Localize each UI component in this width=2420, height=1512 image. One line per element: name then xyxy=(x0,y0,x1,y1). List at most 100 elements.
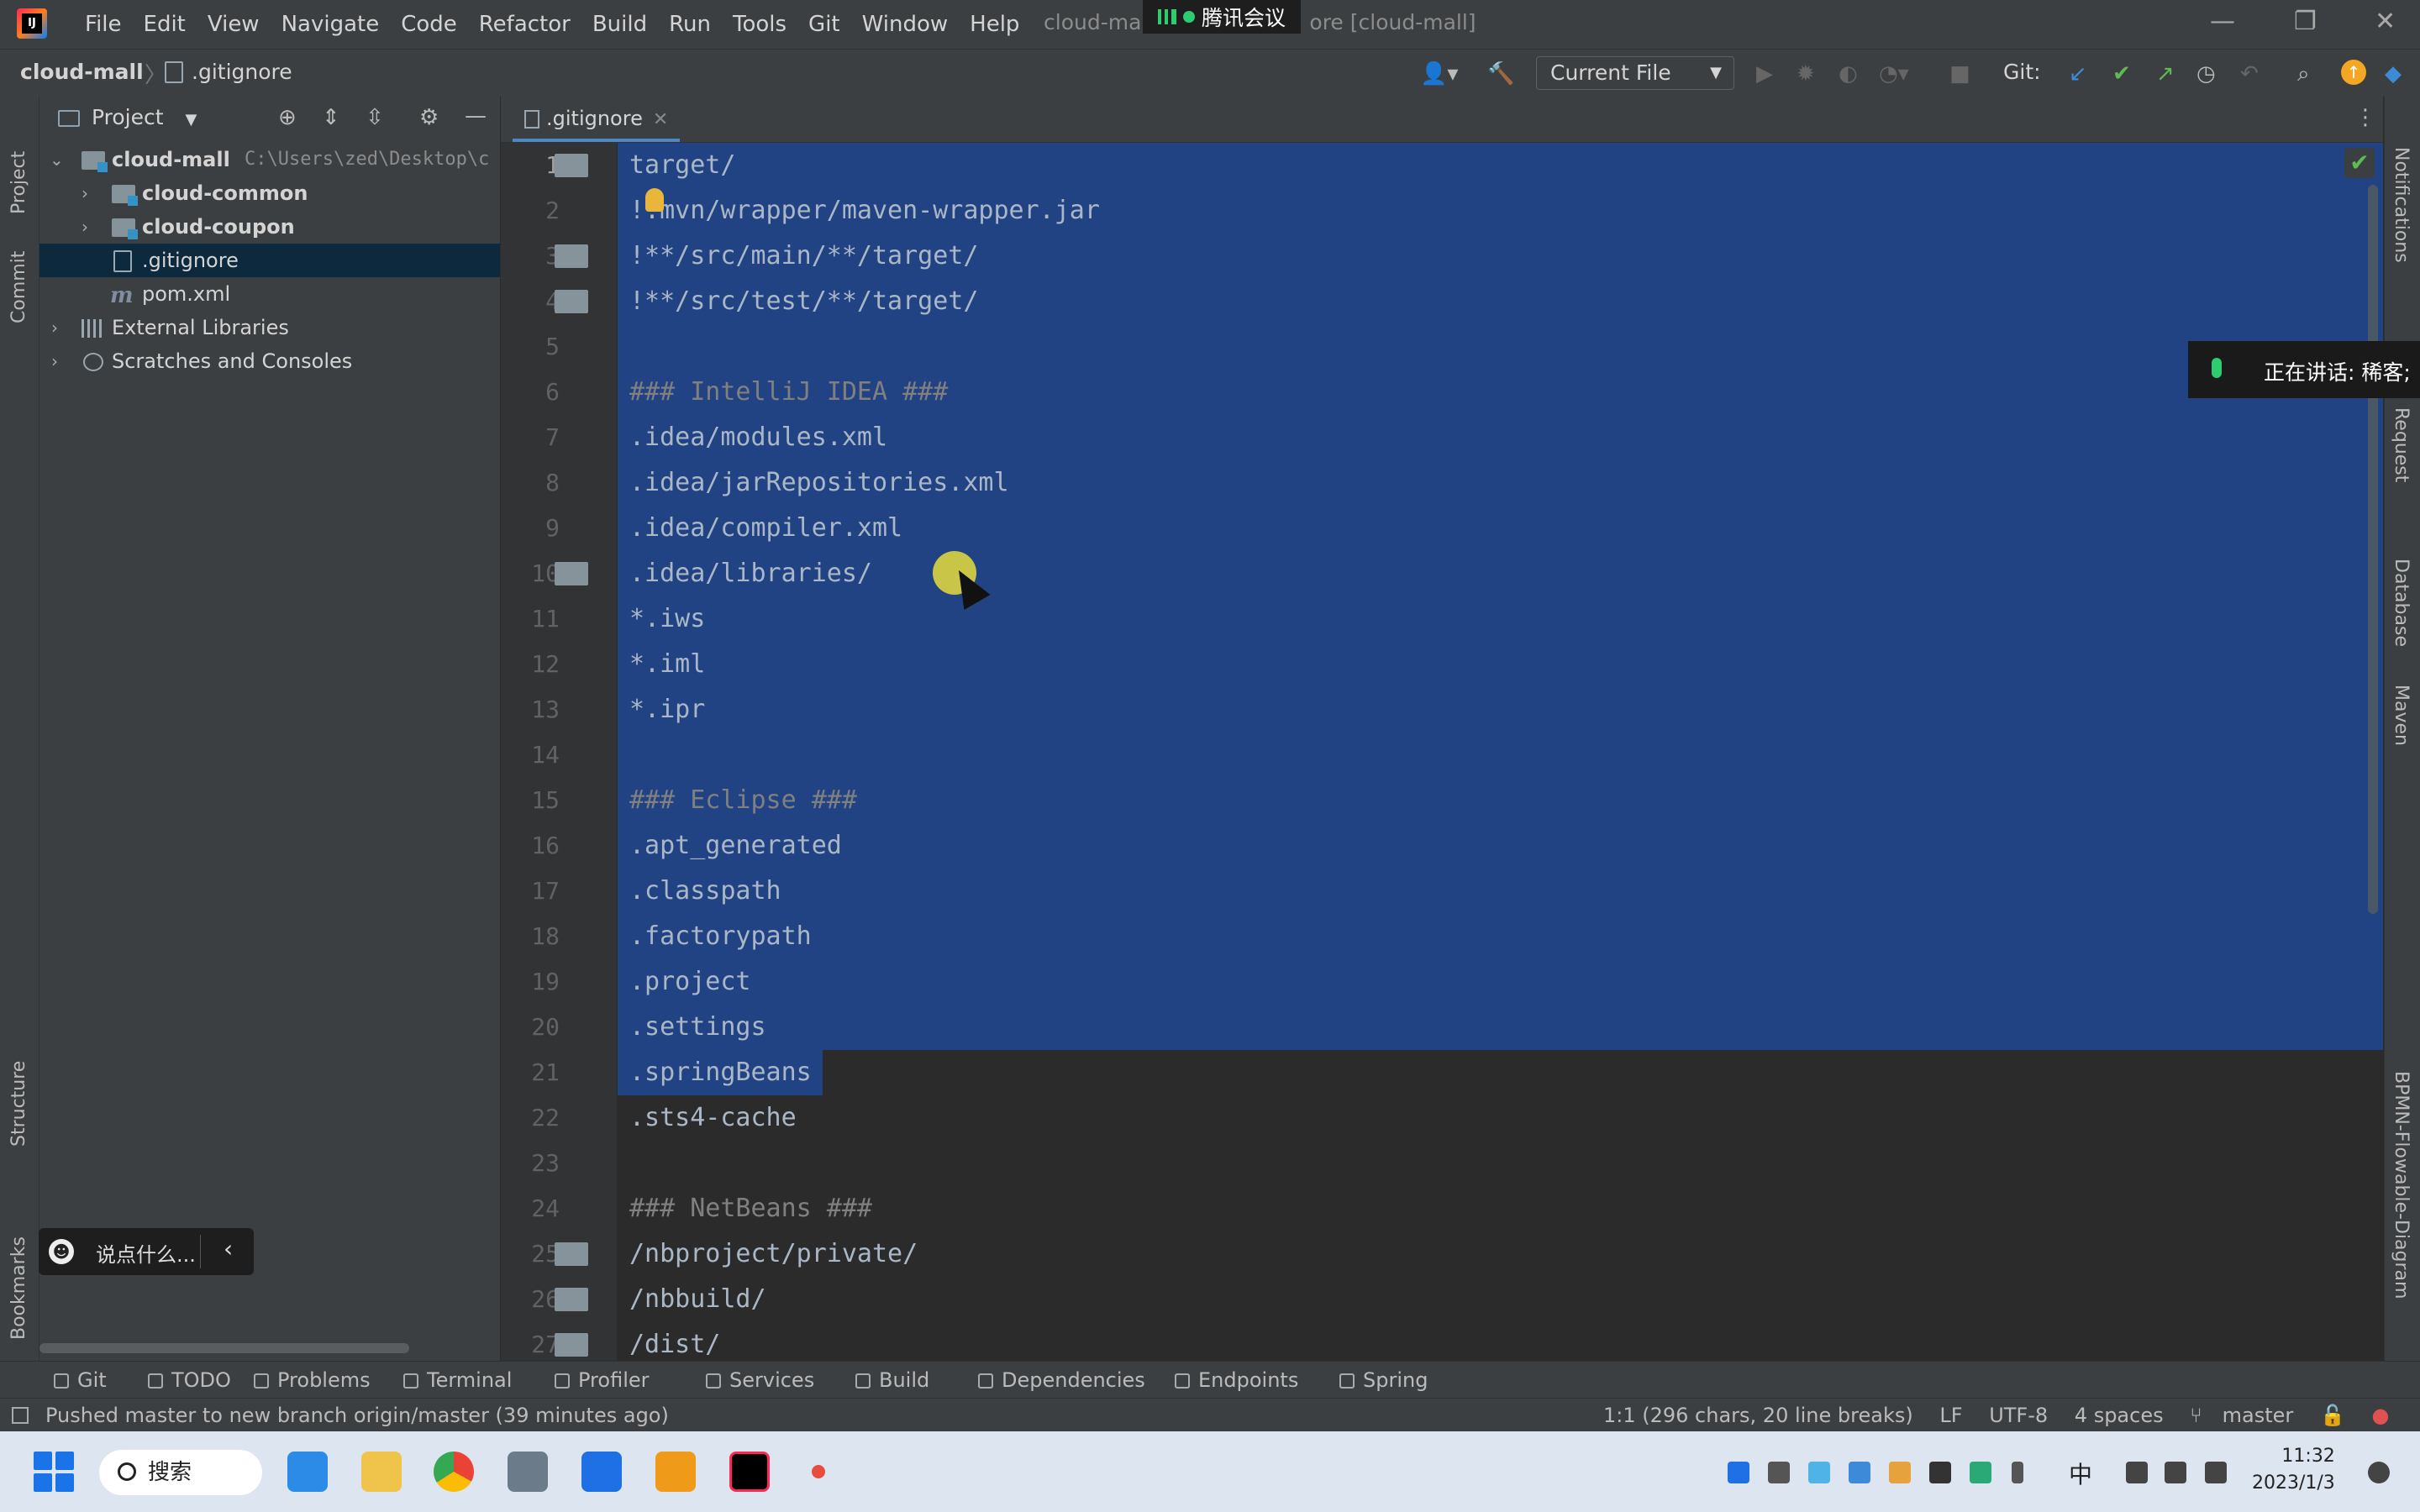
code-line[interactable]: .classpath xyxy=(629,869,781,914)
ime-indicator[interactable]: 中 xyxy=(2069,1457,2092,1490)
line-number[interactable]: 15 xyxy=(501,778,560,823)
debug-icon[interactable]: ✹ xyxy=(1797,61,1815,87)
tree-item-scratches[interactable]: › Scratches and Consoles xyxy=(39,344,500,378)
horizontal-scrollbar[interactable] xyxy=(39,1343,409,1353)
menu-code[interactable]: Code xyxy=(390,12,468,37)
close-tab-icon[interactable]: ✕ xyxy=(653,109,668,130)
network-icon[interactable] xyxy=(2126,1462,2148,1483)
code-line[interactable]: .idea/jarRepositories.xml xyxy=(629,460,1009,506)
tool-bookmarks[interactable]: Bookmarks xyxy=(8,1236,29,1340)
line-number[interactable]: 14 xyxy=(501,732,560,778)
code-line[interactable]: .sts4-cache xyxy=(629,1095,797,1141)
chat-bubble[interactable]: ☻ 说点什么... ‹ xyxy=(39,1228,254,1275)
line-number[interactable]: 6 xyxy=(501,370,560,415)
meeting-indicator[interactable]: 腾讯会议 xyxy=(1143,0,1302,34)
menu-refactor[interactable]: Refactor xyxy=(468,12,581,37)
project-view-select[interactable]: Project ▼ xyxy=(92,105,197,129)
menu-help[interactable]: Help xyxy=(959,12,1030,37)
tab-dependencies[interactable]: Dependencies xyxy=(978,1368,1145,1392)
line-number[interactable]: 18 xyxy=(501,914,560,959)
code-line[interactable]: ### NetBeans ### xyxy=(629,1186,872,1231)
code-line[interactable]: /nbbuild/ xyxy=(629,1277,766,1322)
tree-item-cloud-common[interactable]: › cloud-common xyxy=(39,176,500,210)
code-line[interactable]: .apt_generated xyxy=(629,823,842,869)
breadcrumb-file[interactable]: .gitignore xyxy=(192,60,292,84)
tab-profiler[interactable]: Profiler xyxy=(555,1368,650,1392)
line-number[interactable]: 13 xyxy=(501,687,560,732)
notification-center-icon[interactable] xyxy=(2368,1462,2390,1483)
git-update-icon[interactable]: ↙ xyxy=(2069,61,2087,87)
sublime-app-icon[interactable] xyxy=(655,1452,696,1492)
vscode-app-icon[interactable] xyxy=(287,1452,328,1492)
tab-build[interactable]: Build xyxy=(855,1368,929,1392)
line-number[interactable]: 19 xyxy=(501,959,560,1005)
chevron-right-icon[interactable]: › xyxy=(51,344,58,378)
tool-notifications[interactable]: Notifications xyxy=(2391,147,2412,263)
chevron-down-icon[interactable]: ⌄ xyxy=(50,143,64,176)
menu-build[interactable]: Build xyxy=(581,12,658,37)
code-line[interactable]: !**/src/main/**/target/ xyxy=(629,234,978,279)
tree-item-gitignore[interactable]: .gitignore xyxy=(39,244,500,277)
code-line[interactable]: .project xyxy=(629,959,751,1005)
meeting-app-icon[interactable] xyxy=(581,1452,622,1492)
tray-qq-icon[interactable] xyxy=(1929,1462,1951,1483)
code-line[interactable]: !**/src/test/**/target/ xyxy=(629,279,978,324)
tab-gitignore[interactable]: .gitignore ✕ xyxy=(513,97,681,142)
tab-spring[interactable]: Spring xyxy=(1339,1368,1428,1392)
stop-icon[interactable]: ■ xyxy=(1949,61,1970,87)
code-line[interactable]: *.ipr xyxy=(629,687,705,732)
line-number[interactable]: 16 xyxy=(501,823,560,869)
breadcrumb-project[interactable]: cloud-mall xyxy=(20,60,144,84)
line-number[interactable]: 7 xyxy=(501,415,560,460)
lightbulb-icon[interactable] xyxy=(645,188,664,212)
inspection-ok-icon[interactable]: ✔ xyxy=(2344,148,2375,178)
tool-database[interactable]: Database xyxy=(2391,559,2412,647)
tool-structure[interactable]: Structure xyxy=(8,1061,29,1147)
menu-window[interactable]: Window xyxy=(851,12,960,37)
restore-icon[interactable]: ❐ xyxy=(2294,7,2317,36)
tool-project[interactable]: Project xyxy=(8,151,29,214)
tab-problems[interactable]: Problems xyxy=(254,1368,371,1392)
locate-icon[interactable]: ⊕ xyxy=(278,105,297,130)
code-line[interactable]: !.mvn/wrapper/maven-wrapper.jar xyxy=(629,188,1100,234)
gear-icon[interactable]: ⚙ xyxy=(419,105,439,130)
chat-placeholder[interactable]: 说点什么... xyxy=(96,1238,196,1268)
line-number[interactable]: 17 xyxy=(501,869,560,914)
line-number[interactable]: 24 xyxy=(501,1186,560,1231)
windows-start-icon[interactable] xyxy=(34,1452,74,1492)
more-options-icon[interactable]: ⋮ xyxy=(2354,105,2376,130)
line-number[interactable]: 22 xyxy=(501,1095,560,1141)
volume-icon[interactable] xyxy=(2165,1462,2186,1483)
menu-run[interactable]: Run xyxy=(658,12,722,37)
line-number[interactable]: 25 xyxy=(501,1231,560,1277)
code-line[interactable]: .factorypath xyxy=(629,914,812,959)
run-config-select[interactable]: Current File ▼ xyxy=(1536,56,1734,90)
chevron-right-icon[interactable]: › xyxy=(51,311,58,344)
tree-item-cloud-coupon[interactable]: › cloud-coupon xyxy=(39,210,500,244)
code-line[interactable]: *.iws xyxy=(629,596,705,642)
code-line[interactable]: .idea/compiler.xml xyxy=(629,506,902,551)
line-number[interactable]: 21 xyxy=(501,1050,560,1095)
error-icon[interactable]: ● xyxy=(2371,1404,2389,1427)
menu-edit[interactable]: Edit xyxy=(133,12,197,37)
git-commit-icon[interactable]: ✔ xyxy=(2112,61,2131,87)
intellij-logo-icon[interactable]: IJ xyxy=(17,8,47,39)
tray-security-icon[interactable] xyxy=(1970,1462,1991,1483)
code-line[interactable]: *.iml xyxy=(629,642,705,687)
hide-icon[interactable]: — xyxy=(465,103,487,129)
git-branch[interactable]: master xyxy=(2223,1404,2294,1427)
menu-file[interactable]: File xyxy=(74,12,133,37)
line-number[interactable]: 12 xyxy=(501,642,560,687)
line-number[interactable]: 23 xyxy=(501,1141,560,1186)
tray-meeting-icon[interactable] xyxy=(1728,1462,1749,1483)
battery-icon[interactable] xyxy=(2205,1462,2227,1483)
file-explorer-app-icon[interactable] xyxy=(361,1452,402,1492)
line-number[interactable]: 11 xyxy=(501,596,560,642)
user-icon[interactable]: 👤▾ xyxy=(1420,61,1458,87)
rollback-icon[interactable]: ↶ xyxy=(2240,61,2259,87)
intellij-app-icon[interactable] xyxy=(729,1452,770,1492)
plugin-icon[interactable]: ◆ xyxy=(2385,61,2402,87)
update-icon[interactable]: ↑ xyxy=(2341,60,2366,85)
tree-item-pom[interactable]: m pom.xml xyxy=(39,277,500,311)
line-number[interactable]: 20 xyxy=(501,1005,560,1050)
